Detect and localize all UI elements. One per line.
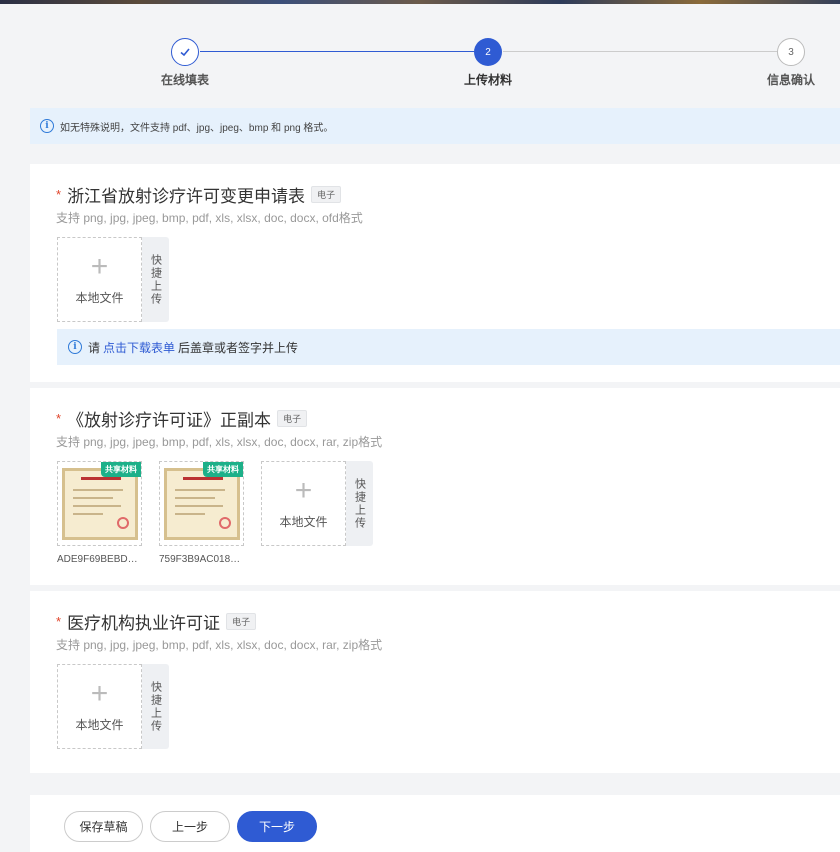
plus-icon: + <box>90 250 109 283</box>
format-hint: 支持 png, jpg, jpeg, bmp, pdf, xls, xlsx, … <box>56 638 383 652</box>
section-title: * 浙江省放射诊疗许可变更申请表 电子 <box>56 182 342 207</box>
format-hint: 支持 png, jpg, jpeg, bmp, pdf, xls, xlsx, … <box>56 211 363 225</box>
step-connector-done <box>200 51 474 52</box>
electronic-tag: 电子 <box>277 410 308 427</box>
check-icon <box>180 48 190 57</box>
top-banner <box>0 0 840 4</box>
electronic-tag: 电子 <box>311 186 342 203</box>
download-notice: i 请 点击下载表单 后盖章或者签字并上传 <box>57 329 840 365</box>
section-title-text: 医疗机构执业许可证 <box>67 614 221 633</box>
file-name: ADE9F69BEBDA2... <box>57 554 142 565</box>
download-form-link[interactable]: 点击下载表单 <box>103 339 175 356</box>
step-connector-todo <box>503 51 777 52</box>
step-3-label: 信息确认 <box>766 73 816 87</box>
step-1-circle[interactable] <box>171 38 199 66</box>
section-radiation-license: * 《放射诊疗许可证》正副本 电子 支持 png, jpg, jpeg, bmp… <box>30 388 840 585</box>
upload-label: 本地文件 <box>75 291 124 305</box>
progress-steps: 2 3 在线填表 上传材料 信息确认 <box>0 38 840 98</box>
electronic-tag: 电子 <box>226 613 257 630</box>
shared-material-badge: 共享材料 <box>101 462 141 477</box>
certificate-image <box>164 468 240 540</box>
plus-icon: + <box>294 474 313 507</box>
step-3-circle[interactable]: 3 <box>777 38 805 66</box>
next-step-button[interactable]: 下一步 <box>237 811 317 842</box>
required-marker: * <box>56 187 62 202</box>
step-2-label: 上传材料 <box>463 73 513 87</box>
section-title: * 《放射诊疗许可证》正副本 电子 <box>56 406 308 431</box>
local-upload-button[interactable]: + 本地文件 <box>261 461 346 546</box>
format-notice-text: 如无特殊说明，文件支持 pdf、jpg、jpeg、bmp 和 png 格式。 <box>60 122 334 134</box>
section-title: * 医疗机构执业许可证 电子 <box>56 609 257 634</box>
file-name: 759F3B9AC0186... <box>159 554 244 565</box>
download-notice-prefix: 请 <box>88 340 101 355</box>
section-practice-license: * 医疗机构执业许可证 电子 支持 png, jpg, jpeg, bmp, p… <box>30 591 840 773</box>
required-marker: * <box>56 614 62 629</box>
local-upload-button[interactable]: + 本地文件 <box>57 664 142 749</box>
footer-actions: 保存草稿 上一步 下一步 <box>30 795 840 852</box>
plus-icon: + <box>90 677 109 710</box>
format-hint: 支持 png, jpg, jpeg, bmp, pdf, xls, xlsx, … <box>56 435 383 449</box>
step-1-label: 在线填表 <box>160 73 210 87</box>
info-icon: i <box>68 340 82 354</box>
info-icon: i <box>40 119 54 133</box>
section-change-application: * 浙江省放射诊疗许可变更申请表 电子 支持 png, jpg, jpeg, b… <box>30 164 840 382</box>
certificate-image <box>62 468 138 540</box>
save-draft-button[interactable]: 保存草稿 <box>64 811 143 842</box>
required-marker: * <box>56 411 62 426</box>
shared-material-badge: 共享材料 <box>203 462 243 477</box>
local-upload-button[interactable]: + 本地文件 <box>57 237 142 322</box>
previous-step-button[interactable]: 上一步 <box>150 811 230 842</box>
quick-upload-button[interactable]: 快捷上传 <box>142 664 169 749</box>
format-notice: i 如无特殊说明，文件支持 pdf、jpg、jpeg、bmp 和 png 格式。 <box>30 108 840 144</box>
upload-label: 本地文件 <box>279 515 328 529</box>
quick-upload-button[interactable]: 快捷上传 <box>142 237 169 322</box>
download-notice-suffix: 后盖章或者签字并上传 <box>178 340 299 355</box>
section-title-text: 《放射诊疗许可证》正副本 <box>67 411 272 430</box>
quick-upload-button[interactable]: 快捷上传 <box>346 461 373 546</box>
uploaded-file-thumbnail[interactable]: 共享材料 <box>57 461 142 546</box>
section-title-text: 浙江省放射诊疗许可变更申请表 <box>67 187 306 206</box>
uploaded-file-thumbnail[interactable]: 共享材料 <box>159 461 244 546</box>
upload-label: 本地文件 <box>75 718 124 732</box>
step-2-circle[interactable]: 2 <box>474 38 502 66</box>
